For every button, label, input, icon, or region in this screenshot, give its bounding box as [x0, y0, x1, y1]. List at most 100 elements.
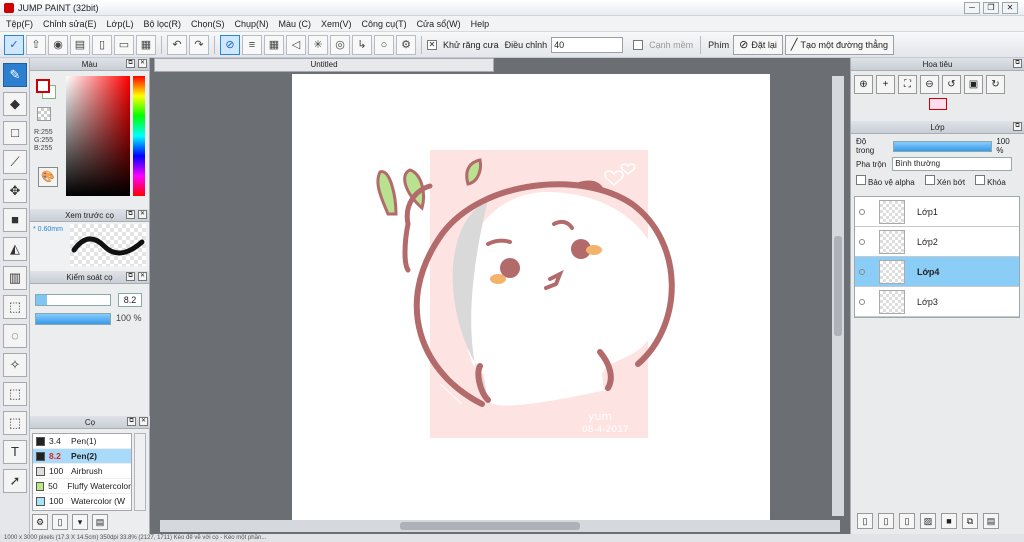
panel-close-icon[interactable]: ✕ — [138, 59, 147, 68]
menu-file[interactable]: Tệp(F) — [6, 19, 33, 29]
blend-mode-select[interactable]: Bình thường — [892, 157, 1013, 171]
grid-icon[interactable]: ▦ — [136, 34, 156, 55]
page-icon[interactable]: ▯ — [92, 34, 112, 55]
brush-item[interactable]: 3.4 Pen(1) — [33, 434, 131, 449]
panel-float-icon[interactable]: ⧉ — [126, 210, 135, 219]
pen-tool-icon[interactable]: ✎ — [3, 63, 27, 87]
snap-off-icon[interactable]: ⊘ — [220, 34, 240, 55]
visibility-toggle[interactable] — [859, 268, 865, 275]
bucket-tool-icon[interactable]: ◭ — [3, 237, 27, 261]
new-layer-8bit-icon[interactable]: ▯ — [878, 513, 894, 529]
gradient-tool-icon[interactable]: ▥ — [3, 266, 27, 290]
antialias-checkbox[interactable]: ✕ — [427, 39, 437, 50]
visibility-toggle[interactable] — [859, 238, 865, 245]
brush-size-slider[interactable] — [35, 294, 111, 306]
concentric-icon[interactable]: ◎ — [330, 34, 350, 55]
panel-close-icon[interactable]: ✕ — [138, 272, 147, 281]
hue-slider[interactable] — [133, 76, 145, 196]
canvas-vertical-scrollbar[interactable] — [832, 76, 844, 516]
brush-settings-icon[interactable]: ⚙ — [32, 514, 48, 530]
menu-help[interactable]: Help — [471, 19, 490, 29]
fit-screen-icon[interactable]: ⛶ — [898, 75, 917, 94]
new-folder-icon[interactable]: ■ — [941, 513, 957, 529]
line-tool-icon[interactable]: ⟋ — [3, 150, 27, 174]
menu-view[interactable]: Xem(V) — [321, 19, 352, 29]
draw-mode-icon[interactable]: ✓ — [4, 34, 24, 55]
visibility-toggle[interactable] — [859, 298, 865, 305]
layer-row[interactable]: Lớp4 — [855, 257, 1019, 287]
radial-icon[interactable]: ✳ — [308, 34, 328, 55]
undo-icon[interactable]: ↶ — [167, 34, 187, 55]
brush-item[interactable]: 100 Airbrush — [33, 464, 131, 479]
brush-menu-icon[interactable]: ▾ — [72, 514, 88, 530]
eraser-tool-icon[interactable]: ◆ — [3, 92, 27, 116]
zoom-plus-icon[interactable]: + — [876, 75, 895, 94]
menu-color[interactable]: Màu (C) — [279, 19, 312, 29]
brush-item[interactable]: 100 Watercolor (W — [33, 494, 131, 509]
panel-float-icon[interactable]: ⧉ — [1013, 59, 1022, 68]
layer-row[interactable]: Lớp3 — [855, 287, 1019, 317]
reset-button[interactable]: ⊘ Đặt lại — [733, 34, 783, 55]
brush-list-scrollbar[interactable] — [134, 433, 146, 511]
menu-select[interactable]: Chọn(S) — [191, 19, 225, 29]
protect-alpha-checkbox[interactable] — [856, 175, 866, 185]
panel-close-icon[interactable]: ✕ — [139, 417, 148, 426]
operation-tool-icon[interactable]: ➚ — [3, 469, 27, 493]
brush-opacity-slider[interactable] — [35, 313, 111, 325]
layer-row[interactable]: Lớp2 — [855, 227, 1019, 257]
menu-layer[interactable]: Lớp(L) — [107, 19, 134, 29]
duplicate-layer-icon[interactable]: ⧉ — [962, 513, 978, 529]
panel-float-icon[interactable]: ⧉ — [126, 272, 135, 281]
panel-float-icon[interactable]: ⧉ — [1013, 122, 1022, 131]
magic-wand-icon[interactable]: ✧ — [3, 353, 27, 377]
reset-view-icon[interactable]: ▣ — [964, 75, 983, 94]
canvas-horizontal-scrollbar[interactable] — [160, 520, 840, 532]
panel-float-icon[interactable]: ⧉ — [126, 59, 135, 68]
panel-float-icon[interactable]: ⧉ — [127, 417, 136, 426]
menu-filter[interactable]: Bộ lọc(R) — [143, 19, 181, 29]
vertical-scroll-thumb[interactable] — [834, 236, 842, 336]
brush-item[interactable]: 50 Fluffy Watercolor — [33, 479, 131, 494]
adjust-input[interactable]: 40 — [551, 36, 624, 53]
brush-item[interactable]: 8.2 Pen(2) — [33, 449, 131, 464]
restore-button[interactable]: ❐ — [983, 2, 999, 14]
zoom-in-icon[interactable]: ⊕ — [854, 75, 873, 94]
comment-icon[interactable]: ▤ — [70, 34, 90, 55]
layer-opacity-slider[interactable] — [892, 140, 993, 152]
lock-checkbox[interactable] — [975, 175, 986, 185]
grid-snap-icon[interactable]: ▦ — [264, 34, 284, 55]
rotate-left-icon[interactable]: ↺ — [942, 75, 961, 94]
palette-icon[interactable]: 🎨 — [38, 167, 58, 187]
export-icon[interactable]: ⇧ — [26, 34, 46, 55]
clip-checkbox[interactable] — [924, 175, 935, 185]
navigator-thumbnail[interactable] — [928, 98, 947, 110]
curve-icon[interactable]: ↳ — [352, 34, 372, 55]
parallel-lines-icon[interactable]: ≡ — [242, 34, 262, 55]
new-layer-icon[interactable]: ▯ — [857, 513, 873, 529]
drawing-canvas[interactable]: yum 08-4-2017 — [292, 74, 770, 522]
new-layer-1bit-icon[interactable]: ▯ — [899, 513, 915, 529]
perspective-icon[interactable]: ◁ — [286, 34, 306, 55]
new-halftone-layer-icon[interactable]: ▨ — [920, 513, 936, 529]
brush-size-input[interactable]: 8.2 — [118, 293, 142, 307]
saturation-value-picker[interactable] — [66, 76, 130, 196]
select-eraser-icon[interactable]: ⬚ — [3, 411, 27, 435]
visibility-toggle[interactable] — [859, 208, 865, 215]
settings-icon[interactable]: ⚙ — [396, 34, 416, 55]
select-pen-icon[interactable]: ⬚ — [3, 382, 27, 406]
fill-rect-tool-icon[interactable]: ■ — [3, 208, 27, 232]
foreground-color-swatch[interactable] — [36, 79, 50, 93]
speech-bubble-icon[interactable]: ◉ — [48, 34, 68, 55]
document-icon[interactable]: ▭ — [114, 34, 134, 55]
rotate-right-icon[interactable]: ↻ — [986, 75, 1005, 94]
document-tab[interactable]: Untitled — [154, 58, 494, 72]
layer-row[interactable]: Lớp1 — [855, 197, 1019, 227]
zoom-out-icon[interactable]: ⊖ — [920, 75, 939, 94]
menu-edit[interactable]: Chỉnh sửa(E) — [43, 19, 97, 29]
smooth-checkbox[interactable] — [633, 39, 644, 50]
brush-properties-icon[interactable]: ▤ — [92, 514, 108, 530]
move-tool-icon[interactable]: ✥ — [3, 179, 27, 203]
text-tool-icon[interactable]: T — [3, 440, 27, 464]
minimize-button[interactable]: ─ — [964, 2, 980, 14]
lasso-tool-icon[interactable]: ◌ — [3, 324, 27, 348]
